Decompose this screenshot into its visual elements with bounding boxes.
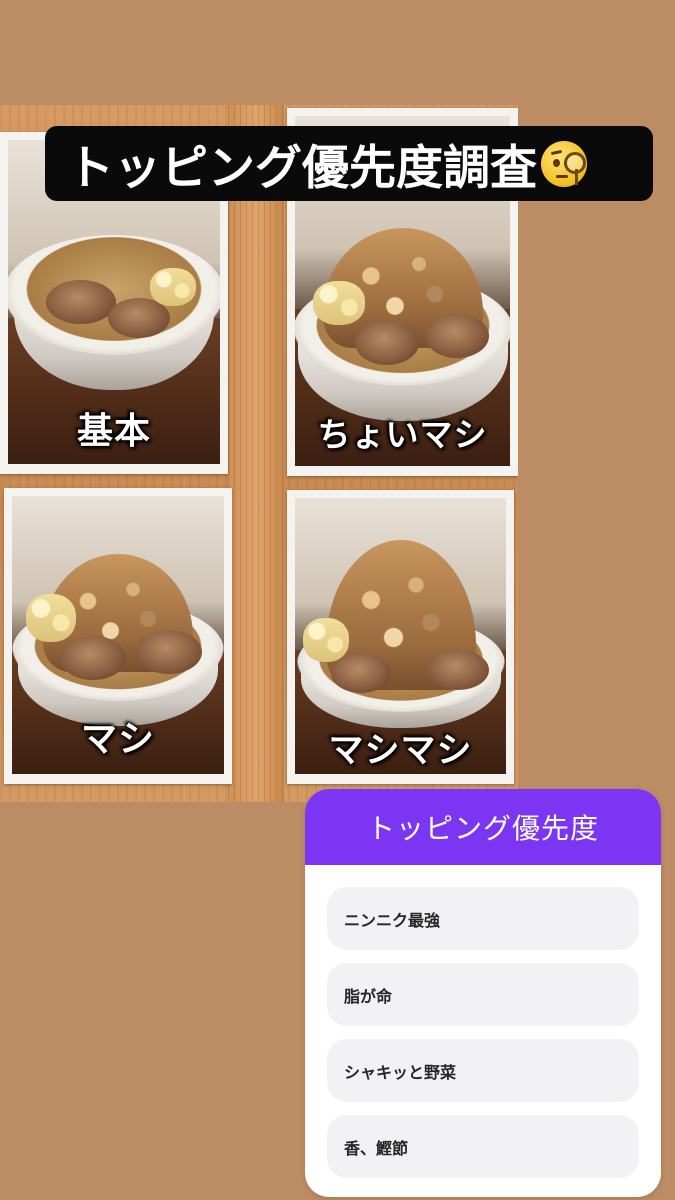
quiz-option[interactable]: シャキッと野菜: [327, 1039, 639, 1102]
card-label: マシ: [80, 719, 155, 760]
garlic-pile: [150, 268, 196, 306]
quiz-sticker[interactable]: トッピング優先度 ニンニク最強 脂が命 シャキッと野菜 香、鰹節: [305, 789, 661, 1197]
story-title: トッピング優先度調査: [67, 141, 537, 196]
card-label: ちょいマシ: [317, 415, 488, 454]
quiz-option[interactable]: ニンニク最強: [327, 887, 639, 950]
quiz-header: トッピング優先度: [305, 789, 661, 865]
ramen-card-mashi-mashi: マシマシ: [287, 490, 514, 784]
card-label: 基本: [76, 411, 151, 452]
garlic-pile: [26, 594, 76, 642]
pork-slice: [60, 636, 126, 680]
quiz-option[interactable]: 脂が命: [327, 963, 639, 1026]
quiz-option[interactable]: 香、鰹節: [327, 1115, 639, 1178]
pork-slice: [46, 280, 116, 324]
pork-slice: [425, 314, 489, 358]
quiz-options: ニンニク最強 脂が命 シャキッと野菜 香、鰹節: [305, 865, 661, 1178]
pork-slice: [355, 321, 419, 365]
wood-plank: [228, 105, 284, 802]
garlic-pile: [303, 618, 349, 662]
pork-slice: [136, 630, 202, 674]
title-banner[interactable]: トッピング優先度調査: [45, 126, 653, 201]
garlic-pile: [313, 281, 365, 325]
pork-slice: [331, 653, 391, 693]
face-with-monocle-icon: [541, 140, 587, 187]
card-label: マシマシ: [328, 731, 473, 771]
pork-slice: [427, 650, 489, 690]
story-photo: 基本 ちょいマシ マシ マシマシ: [0, 105, 518, 802]
ramen-card-mashi: マシ: [4, 488, 232, 784]
quiz-question: トッピング優先度: [366, 812, 599, 845]
